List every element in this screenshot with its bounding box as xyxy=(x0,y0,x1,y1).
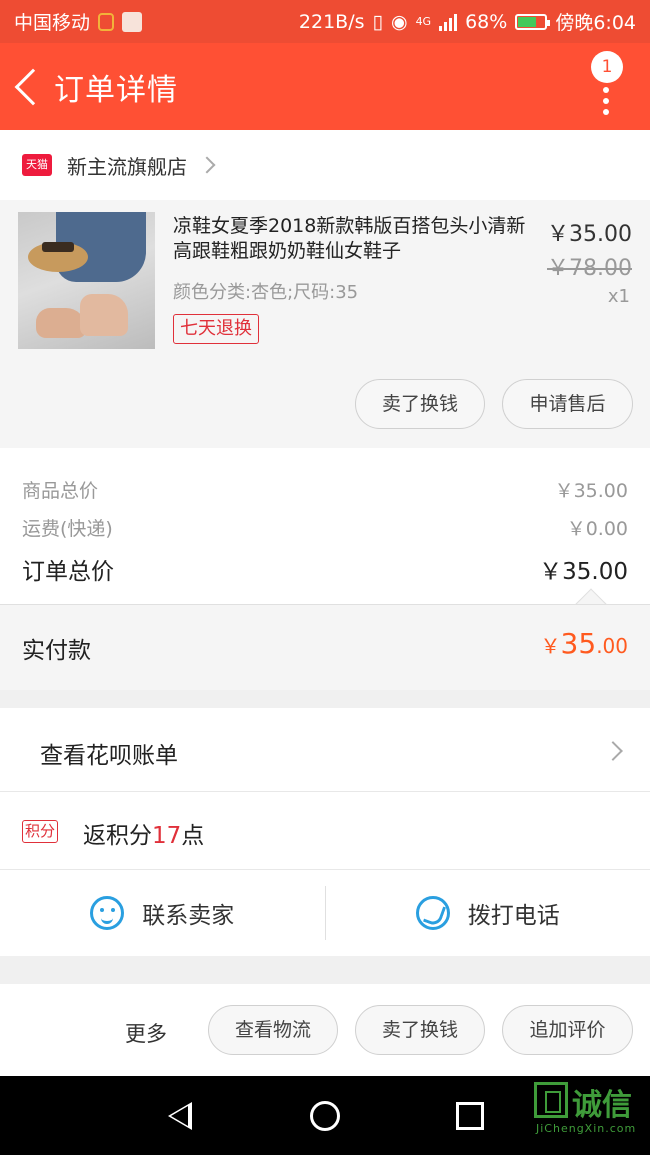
paid-decimal: .00 xyxy=(596,634,628,658)
goods-total-value: ￥35.00 xyxy=(554,480,628,502)
points-prefix: 返积分 xyxy=(83,823,152,849)
product-title: 凉鞋女夏季2018新款韩版百搭包头小清新高跟鞋粗跟奶奶鞋仙女鞋子 xyxy=(173,215,526,262)
huabei-bill-row[interactable]: 查看花呗账单 xyxy=(0,708,650,792)
product-card[interactable]: 凉鞋女夏季2018新款韩版百搭包头小清新高跟鞋粗跟奶奶鞋仙女鞋子 颜色分类:杏色… xyxy=(0,200,650,448)
call-phone-button[interactable]: 拨打电话 xyxy=(326,870,650,956)
sell-for-cash-button[interactable]: 卖了换钱 xyxy=(355,1005,485,1055)
product-spec: 颜色分类:杏色;尺码:35 xyxy=(173,282,359,303)
chevron-right-icon xyxy=(198,156,216,174)
tmall-logo-icon: 天猫 xyxy=(22,154,52,176)
vibrate-icon: ▯ xyxy=(372,10,383,33)
app-notification-icon xyxy=(122,11,143,32)
status-bar: 中国移动 221B/s ▯ ◉ 4G 68% 傍晚6:04 xyxy=(0,0,650,43)
order-total-value: ￥35.00 xyxy=(539,559,628,585)
more-dots-icon xyxy=(603,87,609,120)
nav-home-icon[interactable] xyxy=(310,1101,340,1131)
contact-bar: 联系卖家 拨打电话 xyxy=(0,870,650,956)
paid-integer: 35 xyxy=(560,627,597,660)
after-sales-button[interactable]: 申请售后 xyxy=(502,379,633,429)
clock: 傍晚6:04 xyxy=(555,12,636,34)
thumbnail-hatband xyxy=(42,242,74,252)
thumbnail-shoe xyxy=(36,308,86,338)
paid-label: 实付款 xyxy=(22,638,91,664)
original-price: ￥78.00 xyxy=(547,256,632,281)
more-actions-button[interactable]: 更多 xyxy=(125,1018,167,1048)
call-phone-label: 拨打电话 xyxy=(467,903,560,929)
page-title: 订单详情 xyxy=(54,72,178,108)
contact-seller-label: 联系卖家 xyxy=(142,903,235,929)
price-summary: 商品总价 ￥35.00 运费(快递) ￥0.00 订单总价 ￥35.00 xyxy=(0,448,650,620)
lock-icon xyxy=(98,12,115,31)
nav-recents-icon[interactable] xyxy=(456,1102,484,1130)
more-menu-button[interactable]: 1 xyxy=(588,51,628,115)
chevron-right-icon xyxy=(603,741,623,761)
status-right: 221B/s ▯ ◉ 4G 68% 傍晚6:04 xyxy=(299,8,636,35)
notification-badge: 1 xyxy=(591,51,623,83)
goods-total-row: 商品总价 ￥35.00 xyxy=(22,476,628,503)
order-total-label: 订单总价 xyxy=(22,559,114,585)
points-row: 积分 返积分17点 xyxy=(0,792,650,870)
watermark-seal-icon xyxy=(534,1082,568,1118)
order-detail-screen: 中国移动 221B/s ▯ ◉ 4G 68% 傍晚6:04 订单详情 1 天猫 … xyxy=(0,0,650,1155)
bottom-actions: 更多 查看物流 卖了换钱 追加评价 xyxy=(0,984,650,1076)
shipping-label: 运费(快递) xyxy=(22,518,113,540)
nav-back-icon[interactable] xyxy=(168,1102,192,1130)
shipping-value: ￥0.00 xyxy=(566,518,628,540)
network-type: 4G xyxy=(415,15,432,28)
paid-amount-row: 实付款 ￥35.00 xyxy=(0,604,650,690)
status-left: 中国移动 xyxy=(14,8,143,35)
product-price: ￥35.00 xyxy=(547,222,632,247)
goods-total-label: 商品总价 xyxy=(22,480,99,502)
watermark-logo: 诚信 JiChengXin.com xyxy=(532,1080,650,1142)
back-arrow-icon[interactable] xyxy=(14,68,52,105)
signal-icon xyxy=(439,13,458,31)
contact-seller-button[interactable]: 联系卖家 xyxy=(0,870,325,956)
product-quantity: x1 xyxy=(607,286,630,307)
points-suffix: 点 xyxy=(181,823,205,849)
add-review-button[interactable]: 追加评价 xyxy=(502,1005,633,1055)
shipping-row: 运费(快递) ￥0.00 xyxy=(22,514,628,541)
sell-for-cash-button[interactable]: 卖了换钱 xyxy=(355,379,485,429)
battery-fill xyxy=(518,16,537,27)
order-total-row: 订单总价 ￥35.00 xyxy=(22,552,628,586)
view-logistics-button[interactable]: 查看物流 xyxy=(208,1005,338,1055)
points-text: 返积分17点 xyxy=(83,816,204,850)
app-header: 订单详情 1 xyxy=(0,43,650,130)
watermark-url: JiChengXin.com xyxy=(536,1122,637,1135)
watermark-text: 诚信 xyxy=(572,1088,632,1123)
chat-icon xyxy=(90,896,125,930)
phone-icon xyxy=(415,896,450,930)
product-thumbnail[interactable] xyxy=(18,212,155,349)
battery-icon xyxy=(515,13,551,30)
shop-name: 新主流旗舰店 xyxy=(67,154,187,179)
eye-icon: ◉ xyxy=(390,10,408,33)
shop-row[interactable]: 天猫 新主流旗舰店 xyxy=(0,130,650,200)
huabei-label: 查看花呗账单 xyxy=(40,743,178,769)
thumbnail-shoe xyxy=(80,294,128,336)
paid-amount: ￥35.00 xyxy=(541,627,628,660)
points-tag-icon: 积分 xyxy=(22,820,59,843)
points-value: 17 xyxy=(152,823,182,849)
paid-currency: ￥ xyxy=(540,634,561,658)
network-speed: 221B/s xyxy=(298,10,365,33)
carrier-text: 中国移动 xyxy=(14,12,91,34)
return-policy-tag: 七天退换 xyxy=(173,314,259,344)
battery-percent: 68% xyxy=(465,10,508,33)
